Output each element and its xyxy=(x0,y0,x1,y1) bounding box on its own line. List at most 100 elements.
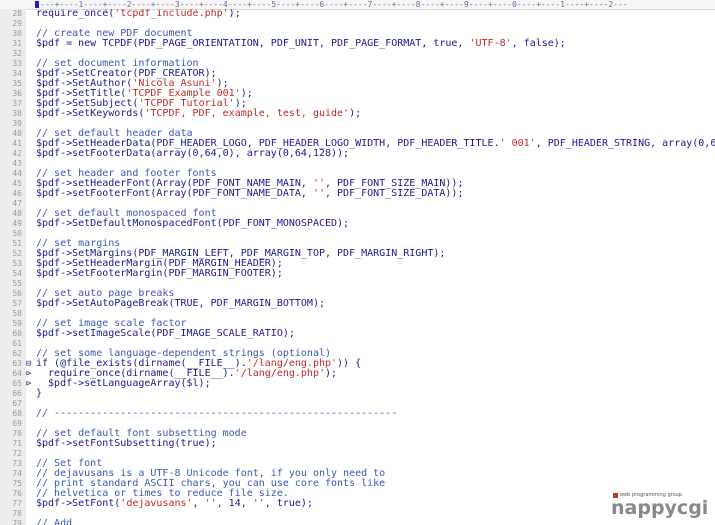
fold-guide-icon: ⊳ xyxy=(26,369,32,379)
line-number: 36 xyxy=(12,89,22,98)
code-token: $pdf->SetFooterMargin(PDF_MARGIN_FOOTER)… xyxy=(36,268,283,279)
code-line[interactable]: 28 require_once('tcpdf_include.php'); xyxy=(0,9,715,19)
code-token: , false); xyxy=(511,38,566,49)
line-number: 45 xyxy=(12,179,22,188)
code-line[interactable]: 49 $pdf->SetDefaultMonospacedFont(PDF_FON… xyxy=(0,219,715,229)
code-editor[interactable]: 28 require_once('tcpdf_include.php'); 29 30… xyxy=(0,9,715,525)
code-line[interactable]: 79 // Add xyxy=(0,519,715,525)
code-token: $pdf->SetDefaultMonospacedFont(PDF_FONT_… xyxy=(36,218,350,229)
code-line[interactable]: 66} xyxy=(0,389,715,399)
code-token: , PDF_HEADER_STRING, array(0,64,255), ar… xyxy=(535,138,715,149)
line-number: 79 xyxy=(12,519,22,525)
logo-wordmark: nappycgi xyxy=(611,497,709,519)
code-line[interactable]: 65 ⊳ $pdf->setLanguageArray($l); xyxy=(0,379,715,390)
code-token: $pdf->SetAutoPageBreak(TRUE, PDF_MARGIN_… xyxy=(36,298,325,309)
code-token: , true); xyxy=(264,498,313,509)
line-number: 70 xyxy=(12,429,22,438)
line-number: 51 xyxy=(12,239,22,248)
line-number: 53 xyxy=(12,259,22,268)
code-line[interactable]: 46 $pdf->setFooterFont(Array(PDF_FONT_NAM… xyxy=(0,189,715,199)
code-token: $pdf->SetFont( xyxy=(36,498,121,509)
line-number: 72 xyxy=(12,449,22,458)
line-number: 43 xyxy=(12,159,22,168)
line-text: $pdf->SetDefaultMonospacedFont(PDF_FONT_… xyxy=(36,219,349,229)
line-number: 63 xyxy=(12,359,22,368)
string-token: 'tcpdf_include.php' xyxy=(114,9,229,19)
line-text: $pdf->SetKeywords('TCPDF, PDF, example, … xyxy=(36,109,361,119)
line-number: 58 xyxy=(12,309,22,318)
line-number: 34 xyxy=(12,69,22,78)
code-line[interactable]: 72 xyxy=(0,449,715,459)
code-line[interactable]: 77 $pdf->SetFont('dejavusans', '', 14, ''… xyxy=(0,499,715,509)
string-token: '' xyxy=(204,498,217,509)
code-token: , xyxy=(192,498,205,509)
code-line[interactable]: 54 $pdf->SetFooterMargin(PDF_MARGIN_FOOTE… xyxy=(0,269,715,279)
code-line[interactable]: 38 $pdf->SetKeywords('TCPDF, PDF, example… xyxy=(0,109,715,119)
code-token: ); xyxy=(325,368,338,379)
code-token: require_once( xyxy=(36,9,115,19)
line-number: 76 xyxy=(12,489,22,498)
line-text: $pdf->SetAutoPageBreak(TRUE, PDF_MARGIN_… xyxy=(36,299,325,309)
code-line[interactable]: 57 $pdf->SetAutoPageBreak(TRUE, PDF_MARGI… xyxy=(0,299,715,309)
code-token: , PDF_FONT_SIZE_DATA)); xyxy=(325,188,464,199)
code-line[interactable]: 68 // -----------------------------------… xyxy=(0,409,715,419)
string-token: ' 001' xyxy=(499,138,536,149)
ruler-cursor-marker xyxy=(35,1,39,8)
line-number: 71 xyxy=(12,439,22,448)
line-number: 48 xyxy=(12,209,22,218)
line-text: $pdf->setFooterFont(Array(PDF_FONT_NAME_… xyxy=(36,189,463,199)
code-token: $pdf = new TCPDF(PDF_PAGE_ORIENTATION, P… xyxy=(36,38,470,49)
line-number: 38 xyxy=(12,109,22,118)
line-number: 39 xyxy=(12,119,22,128)
line-number: 52 xyxy=(12,249,22,258)
line-number: 32 xyxy=(12,49,22,58)
line-number: 59 xyxy=(12,319,22,328)
comment-token: // -------------------------------------… xyxy=(36,408,398,419)
code-token: $pdf->setImageScale(PDF_IMAGE_SCALE_RATI… xyxy=(36,328,295,339)
line-text: } xyxy=(36,389,42,399)
code-line[interactable]: 71 $pdf->setFontSubsetting(true); xyxy=(0,439,715,449)
watermark-logo: web programming group nappycgi xyxy=(611,492,711,522)
line-number: 74 xyxy=(12,469,22,478)
line-number: 73 xyxy=(12,459,22,468)
line-number: 30 xyxy=(12,29,22,38)
line-number: 77 xyxy=(12,499,22,508)
string-token: '/lang/eng.php' xyxy=(234,368,325,379)
string-token: '' xyxy=(312,188,325,199)
fold-toggle-icon[interactable]: ⊟ xyxy=(26,359,31,369)
line-number: 69 xyxy=(12,419,22,428)
line-number: 44 xyxy=(12,169,22,178)
code-line[interactable]: 78 xyxy=(0,509,715,519)
string-token: 'TCPDF, PDF, example, test, guide' xyxy=(144,108,350,119)
code-token: } xyxy=(36,388,43,399)
string-token: 'UTF-8' xyxy=(469,38,512,49)
line-text: $pdf->setFooterData(array(0,64,0), array… xyxy=(36,149,349,159)
line-number: 62 xyxy=(12,349,22,358)
code-line[interactable]: 31 $pdf = new TCPDF(PDF_PAGE_ORIENTATION,… xyxy=(0,39,715,49)
line-text: $pdf->setImageScale(PDF_IMAGE_SCALE_RATI… xyxy=(36,329,295,339)
code-token: $pdf->setFooterFont(Array(PDF_FONT_NAME_… xyxy=(36,188,313,199)
line-text: $pdf->setLanguageArray($l); xyxy=(36,379,211,389)
line-number: 47 xyxy=(12,199,22,208)
line-text: $pdf->setFontSubsetting(true); xyxy=(36,439,217,449)
line-number: 75 xyxy=(12,479,22,488)
line-number: 57 xyxy=(12,299,22,308)
code-line[interactable]: 42 $pdf->setFooterData(array(0,64,0), arr… xyxy=(0,149,715,159)
line-number: 37 xyxy=(12,99,22,108)
code-token: , 14, xyxy=(216,498,253,509)
line-number: 49 xyxy=(12,219,22,228)
line-number: 65 xyxy=(12,379,22,388)
comment-token: // Add xyxy=(36,518,73,525)
code-line[interactable]: 60 $pdf->setImageScale(PDF_IMAGE_SCALE_RA… xyxy=(0,329,715,339)
line-number: 50 xyxy=(12,229,22,238)
line-text: $pdf->SetFooterMargin(PDF_MARGIN_FOOTER)… xyxy=(36,269,283,279)
line-number: 35 xyxy=(12,79,22,88)
line-text: // -------------------------------------… xyxy=(36,409,397,419)
line-text: // Add xyxy=(36,519,72,525)
line-number: 61 xyxy=(12,339,22,348)
code-token: $pdf->SetKeywords( xyxy=(36,108,145,119)
line-number: 68 xyxy=(12,409,22,418)
line-number: 60 xyxy=(12,329,22,338)
code-token: $pdf->setFontSubsetting(true); xyxy=(36,438,217,449)
line-number: 55 xyxy=(12,279,22,288)
